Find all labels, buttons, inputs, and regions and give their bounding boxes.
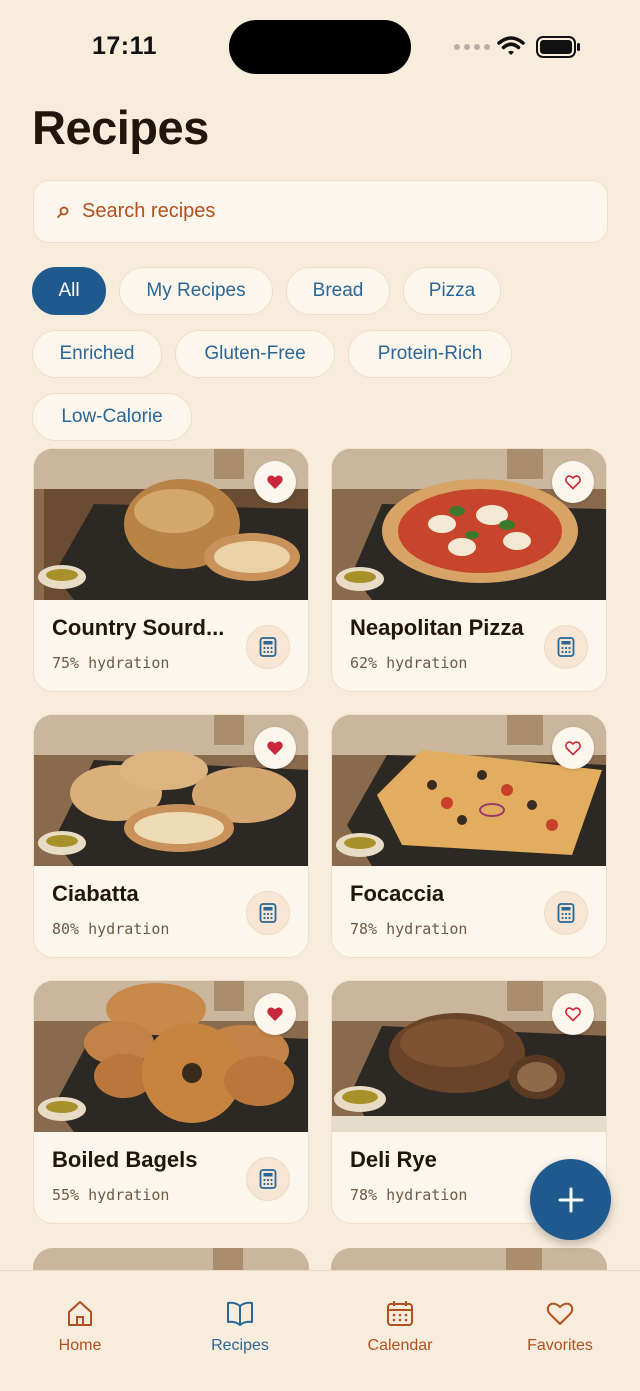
calculator-icon bbox=[259, 903, 277, 923]
heart-filled-icon bbox=[267, 741, 283, 755]
filter-chip-enriched[interactable]: Enriched bbox=[32, 330, 162, 378]
status-bar: 17:11 bbox=[0, 0, 640, 90]
book-icon bbox=[227, 1301, 253, 1326]
page-title: Recipes bbox=[32, 101, 209, 154]
nav-item-recipes[interactable]: Recipes bbox=[160, 1271, 320, 1371]
recipe-title: Ciabatta bbox=[52, 881, 139, 906]
search-icon bbox=[57, 206, 69, 218]
calculator-button[interactable] bbox=[544, 891, 588, 935]
search-input[interactable] bbox=[82, 200, 562, 223]
recipe-title: Boiled Bagels bbox=[52, 1147, 198, 1172]
calculator-button[interactable] bbox=[246, 1157, 290, 1201]
recipe-card-neapolitan-pizza[interactable]: Neapolitan Pizza 62% hydration bbox=[331, 448, 607, 692]
chip-label: Bread bbox=[312, 280, 364, 301]
filter-chip-low-calorie[interactable]: Low-Calorie bbox=[32, 393, 192, 441]
favorite-button[interactable] bbox=[254, 727, 296, 769]
heart-outline-icon bbox=[565, 741, 581, 756]
nav-label: Recipes bbox=[211, 1337, 269, 1354]
calculator-button[interactable] bbox=[246, 891, 290, 935]
filter-chip-bread[interactable]: Bread bbox=[286, 267, 390, 315]
favorite-button[interactable] bbox=[254, 993, 296, 1035]
nav-item-calendar[interactable]: Calendar bbox=[320, 1271, 480, 1371]
recipe-title: Country Sourd... bbox=[52, 615, 225, 640]
calculator-icon bbox=[557, 637, 575, 657]
cellular-signal-icon bbox=[454, 44, 490, 50]
filter-chip-all[interactable]: All bbox=[32, 267, 106, 315]
chip-label: Enriched bbox=[59, 343, 135, 364]
chip-label: All bbox=[58, 280, 80, 301]
chip-label: Gluten-Free bbox=[204, 343, 306, 364]
calculator-icon bbox=[259, 1169, 277, 1189]
recipe-title: Deli Rye bbox=[350, 1147, 437, 1172]
calculator-button[interactable] bbox=[544, 625, 588, 669]
heart-filled-icon bbox=[267, 1007, 283, 1021]
recipe-card-ciabatta[interactable]: Ciabatta 80% hydration bbox=[33, 714, 309, 958]
status-time: 17:11 bbox=[92, 32, 158, 60]
chip-label: Low-Calorie bbox=[61, 406, 163, 427]
filter-chip-gluten-free[interactable]: Gluten-Free bbox=[175, 330, 335, 378]
recipe-hydration: 62% hydration bbox=[350, 654, 468, 672]
recipe-hydration: 80% hydration bbox=[52, 920, 170, 938]
recipe-title: Focaccia bbox=[350, 881, 445, 906]
nav-label: Calendar bbox=[367, 1337, 433, 1354]
filter-chip-my-recipes[interactable]: My Recipes bbox=[119, 267, 273, 315]
heart-outline-icon bbox=[565, 475, 581, 490]
calendar-icon bbox=[387, 1301, 413, 1326]
wifi-icon bbox=[497, 36, 525, 55]
favorite-button[interactable] bbox=[552, 993, 594, 1035]
heart-icon bbox=[546, 1302, 574, 1325]
nav-label: Favorites bbox=[527, 1337, 593, 1354]
plus-icon bbox=[558, 1187, 583, 1212]
chip-label: My Recipes bbox=[146, 280, 246, 301]
filter-chip-protein-rich[interactable]: Protein-Rich bbox=[348, 330, 512, 378]
calculator-icon bbox=[259, 637, 277, 657]
battery-icon bbox=[536, 36, 580, 58]
recipe-card-country-sourdough[interactable]: Country Sourd... 75% hydration bbox=[33, 448, 309, 692]
chip-label: Protein-Rich bbox=[377, 343, 483, 364]
add-recipe-button[interactable] bbox=[530, 1159, 611, 1240]
favorite-button[interactable] bbox=[254, 461, 296, 503]
home-icon bbox=[68, 1301, 92, 1326]
nav-item-favorites[interactable]: Favorites bbox=[480, 1271, 640, 1371]
heart-outline-icon bbox=[565, 1007, 581, 1022]
recipe-title: Neapolitan Pizza bbox=[350, 615, 524, 640]
recipe-card-boiled-bagels[interactable]: Boiled Bagels 55% hydration bbox=[33, 980, 309, 1224]
nav-item-home[interactable]: Home bbox=[0, 1271, 160, 1371]
search-bar[interactable] bbox=[33, 180, 608, 243]
recipe-hydration: 78% hydration bbox=[350, 1186, 468, 1204]
nav-label: Home bbox=[58, 1337, 102, 1354]
calculator-button[interactable] bbox=[246, 625, 290, 669]
bottom-nav: Home Recipes Calendar Favorites bbox=[0, 1270, 640, 1391]
dynamic-island bbox=[229, 20, 411, 74]
recipe-hydration: 75% hydration bbox=[52, 654, 170, 672]
favorite-button[interactable] bbox=[552, 727, 594, 769]
favorite-button[interactable] bbox=[552, 461, 594, 503]
filter-chip-pizza[interactable]: Pizza bbox=[403, 267, 501, 315]
recipe-card-focaccia[interactable]: Focaccia 78% hydration bbox=[331, 714, 607, 958]
recipe-hydration: 55% hydration bbox=[52, 1186, 170, 1204]
calculator-icon bbox=[557, 903, 575, 923]
chip-label: Pizza bbox=[428, 280, 476, 301]
recipe-hydration: 78% hydration bbox=[350, 920, 468, 938]
heart-filled-icon bbox=[267, 475, 283, 489]
